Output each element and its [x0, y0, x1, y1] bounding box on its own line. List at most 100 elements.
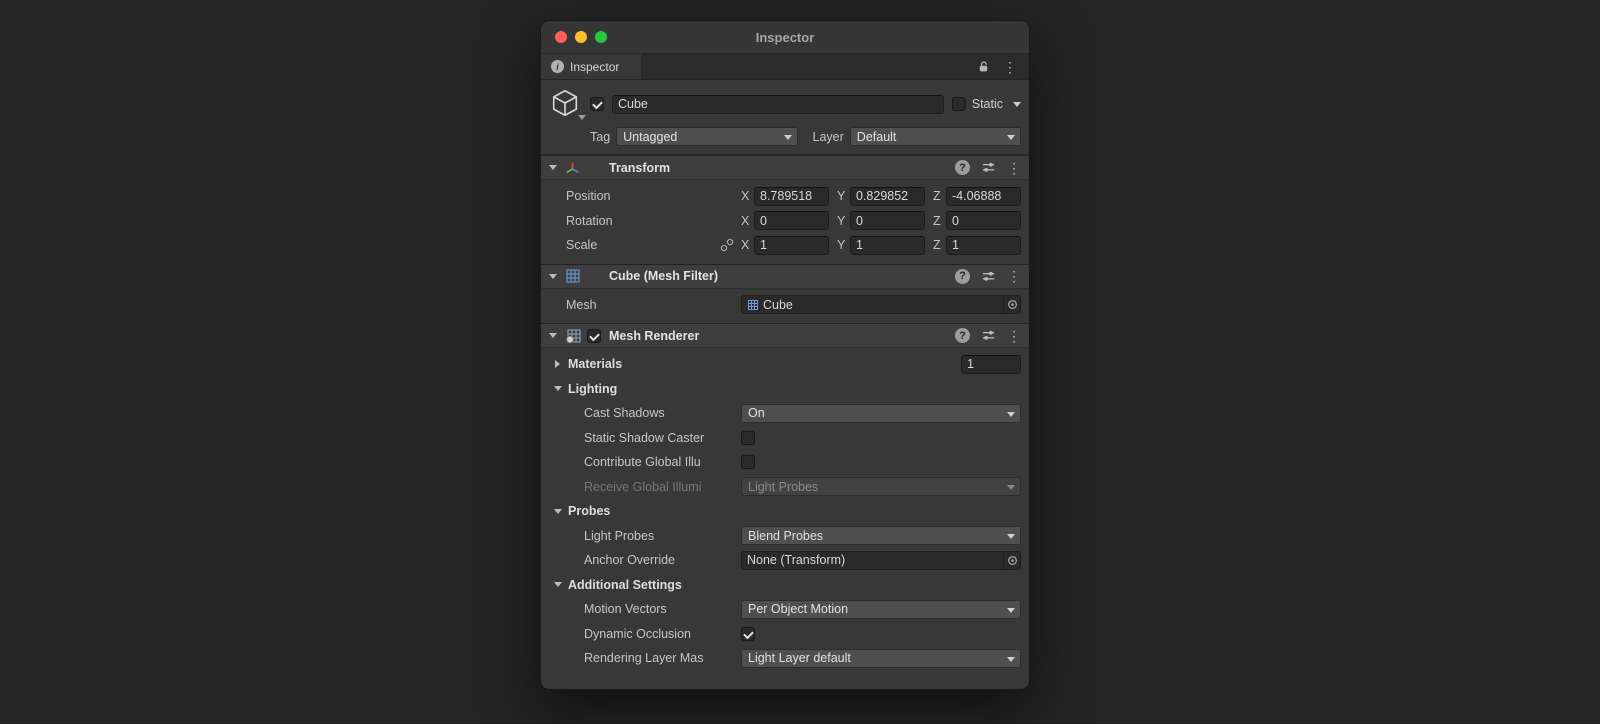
- static-checkbox[interactable]: [951, 97, 966, 111]
- active-checkbox[interactable]: [590, 97, 604, 111]
- tab-bar: i Inspector ⋮: [541, 54, 1029, 80]
- help-icon[interactable]: ?: [955, 328, 970, 343]
- inspector-window: Inspector i Inspector ⋮ Cube Static Tag …: [540, 20, 1030, 690]
- foldout-icon[interactable]: [549, 333, 557, 338]
- mesh-renderer-enabled-checkbox[interactable]: [587, 328, 601, 343]
- gameobject-header: Cube Static Tag Untagged Layer Default: [541, 80, 1029, 155]
- mesh-filter-body: Mesh Cube: [541, 289, 1029, 324]
- rendering-layer-mask-dropdown[interactable]: Light Layer default: [741, 648, 1021, 668]
- receive-gi-dropdown: Light Probes: [741, 477, 1021, 497]
- lighting-section-row: Lighting: [541, 377, 1029, 402]
- mesh-icon: [748, 299, 758, 310]
- static-shadow-caster-checkbox[interactable]: [741, 430, 755, 445]
- rendering-layer-mask-row: Rendering Layer Mas Light Layer default: [541, 646, 1029, 671]
- foldout-icon[interactable]: [549, 273, 557, 279]
- position-label: Position: [566, 189, 611, 204]
- probes-section-label: Probes: [568, 504, 611, 519]
- mesh-filter-header[interactable]: Cube (Mesh Filter) ? ⋮: [541, 264, 1029, 289]
- rotation-label: Rotation: [566, 213, 613, 228]
- unlink-constraint-icon[interactable]: [720, 238, 734, 252]
- dropdown-arrow-icon: [1007, 656, 1015, 662]
- axis-x-label: X: [741, 238, 750, 253]
- kebab-menu-icon[interactable]: ⋮: [1007, 329, 1021, 343]
- window-titlebar[interactable]: Inspector: [541, 21, 1029, 54]
- kebab-menu-icon[interactable]: ⋮: [1007, 161, 1021, 175]
- cube-gameobject-icon[interactable]: [549, 87, 586, 121]
- header-actions: ? ⋮: [955, 160, 1021, 175]
- transform-header[interactable]: Transform ? ⋮: [541, 156, 1029, 180]
- rotation-y-field[interactable]: 0: [850, 211, 925, 231]
- axis-z-label: Z: [933, 189, 941, 204]
- light-probes-label: Light Probes: [584, 528, 655, 543]
- scale-fields: X 1 Y 1 Z 1: [741, 235, 1021, 255]
- mesh-object-field[interactable]: Cube: [741, 295, 1021, 315]
- icon-picker-arrow-icon[interactable]: [578, 115, 586, 120]
- layer-dropdown[interactable]: Default: [849, 127, 1021, 146]
- light-probes-dropdown[interactable]: Blend Probes: [741, 526, 1021, 546]
- position-y-field[interactable]: 0.829852: [850, 186, 925, 206]
- object-picker-icon[interactable]: [1003, 551, 1020, 569]
- anchor-override-label: Anchor Override: [584, 553, 676, 568]
- cast-shadows-row: Cast Shadows On: [541, 401, 1029, 426]
- position-z-field[interactable]: -4.06888: [946, 186, 1021, 206]
- rotation-x-field[interactable]: 0: [754, 211, 829, 231]
- foldout-icon[interactable]: [553, 386, 562, 392]
- rotation-fields: X 0 Y 0 Z 0: [741, 211, 1021, 231]
- tag-value: Untagged: [623, 129, 678, 144]
- axis-z-label: Z: [933, 238, 941, 253]
- tab-kebab-menu-icon[interactable]: ⋮: [1003, 60, 1017, 74]
- foldout-icon[interactable]: [555, 360, 560, 369]
- gameobject-name-row: Cube Static: [549, 87, 1021, 121]
- lock-icon[interactable]: [977, 60, 990, 73]
- object-picker-icon[interactable]: [1003, 296, 1020, 314]
- help-icon[interactable]: ?: [955, 160, 970, 175]
- static-shadow-caster-row: Static Shadow Caster: [541, 426, 1029, 451]
- scale-x-field[interactable]: 1: [754, 235, 829, 255]
- name-field[interactable]: Cube: [612, 94, 944, 114]
- contribute-gi-row: Contribute Global Illu: [541, 450, 1029, 475]
- receive-gi-value: Light Probes: [748, 479, 819, 494]
- dropdown-arrow-icon: [1007, 607, 1015, 613]
- kebab-menu-icon[interactable]: ⋮: [1007, 269, 1021, 283]
- foldout-icon[interactable]: [549, 165, 557, 170]
- presets-icon[interactable]: [981, 328, 996, 343]
- minimize-button[interactable]: [575, 31, 587, 43]
- additional-settings-section-row: Additional Settings: [541, 573, 1029, 598]
- mesh-renderer-title: Mesh Renderer: [609, 328, 700, 343]
- motion-vectors-value: Per Object Motion: [748, 602, 849, 617]
- help-icon[interactable]: ?: [955, 268, 970, 284]
- motion-vectors-dropdown[interactable]: Per Object Motion: [741, 599, 1021, 619]
- fullscreen-button[interactable]: [595, 31, 607, 43]
- foldout-icon[interactable]: [553, 582, 562, 588]
- lighting-section-label: Lighting: [568, 381, 618, 396]
- scale-row: Scale X 1 Y 1 Z 1: [541, 233, 1029, 258]
- mesh-renderer-header[interactable]: Mesh Renderer ? ⋮: [541, 324, 1029, 348]
- receive-gi-row: Receive Global Illumi Light Probes: [541, 475, 1029, 500]
- contribute-gi-label: Contribute Global Illu: [584, 455, 701, 470]
- scale-z-field[interactable]: 1: [946, 235, 1021, 255]
- materials-count-field[interactable]: 1: [961, 354, 1021, 374]
- presets-icon[interactable]: [981, 269, 996, 284]
- scale-y-field[interactable]: 1: [850, 235, 925, 255]
- tag-layer-row: Tag Untagged Layer Default: [549, 127, 1021, 146]
- cast-shadows-label: Cast Shadows: [584, 406, 665, 421]
- rotation-z-field[interactable]: 0: [946, 211, 1021, 231]
- contribute-gi-checkbox[interactable]: [741, 455, 755, 470]
- position-x-field[interactable]: 8.789518: [754, 186, 829, 206]
- anchor-override-object-field[interactable]: None (Transform): [741, 550, 1021, 570]
- dropdown-arrow-icon: [1007, 411, 1015, 417]
- close-button[interactable]: [555, 31, 567, 43]
- motion-vectors-label: Motion Vectors: [584, 602, 667, 617]
- mesh-renderer-icon: [565, 328, 587, 344]
- cast-shadows-dropdown[interactable]: On: [741, 403, 1021, 423]
- transform-title: Transform: [609, 160, 671, 175]
- presets-icon[interactable]: [981, 160, 996, 175]
- dynamic-occlusion-checkbox[interactable]: [741, 626, 755, 641]
- tag-label: Tag: [590, 129, 611, 144]
- tag-dropdown[interactable]: Untagged: [616, 127, 798, 146]
- tab-inspector[interactable]: i Inspector: [541, 54, 642, 79]
- static-flags-dropdown-arrow-icon[interactable]: [1013, 101, 1021, 107]
- foldout-icon[interactable]: [553, 508, 562, 514]
- dropdown-arrow-icon: [1007, 135, 1015, 140]
- rendering-layer-mask-label: Rendering Layer Mas: [584, 651, 704, 666]
